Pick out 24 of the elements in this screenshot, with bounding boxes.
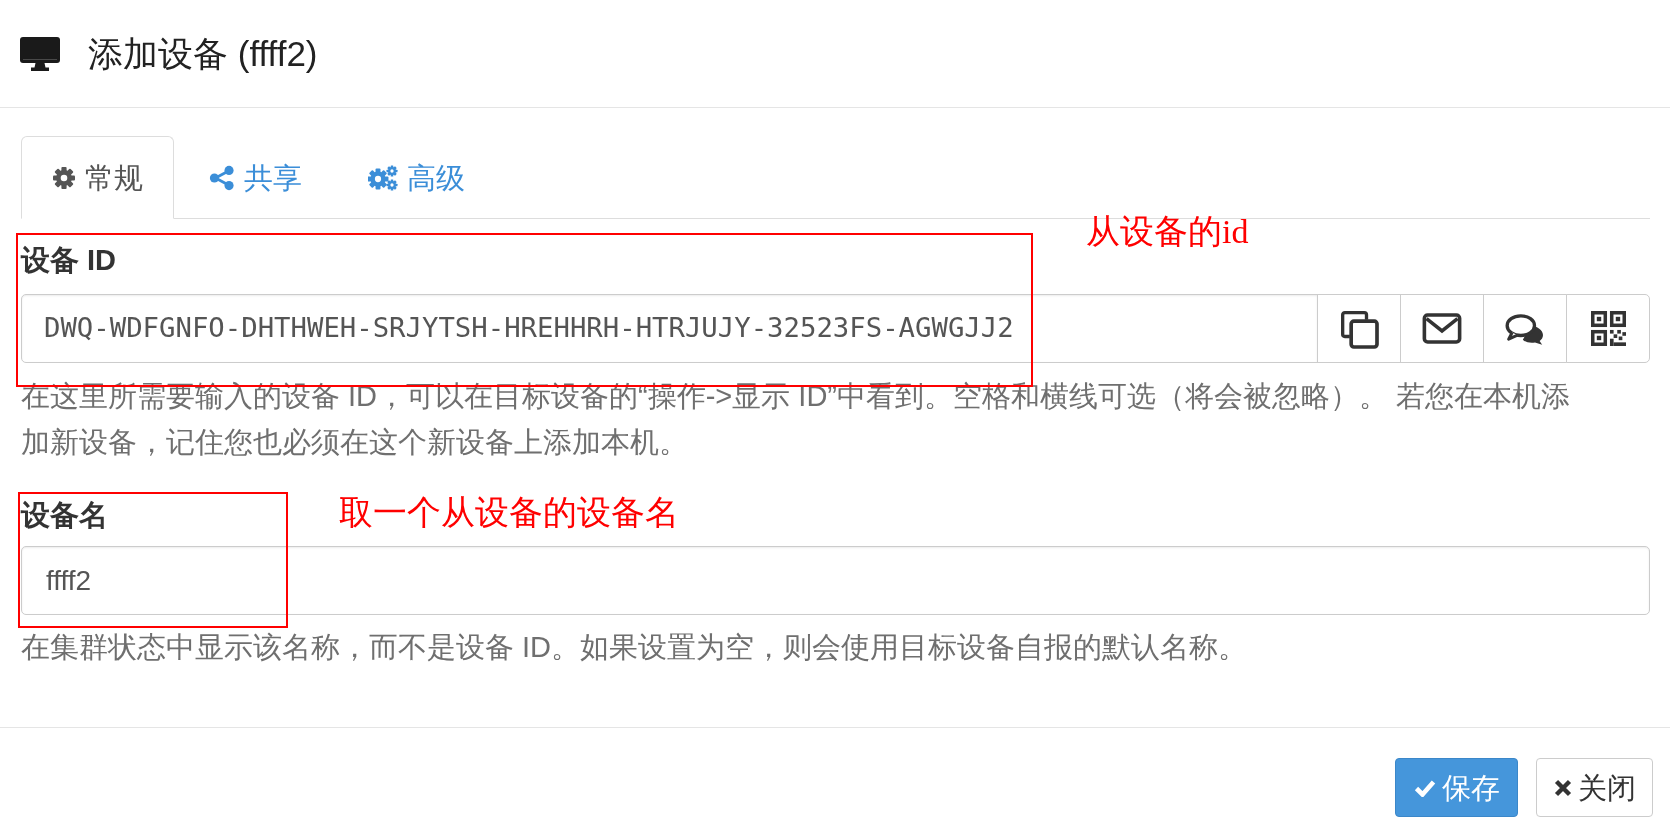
close-button[interactable]: 关闭 <box>1536 758 1653 817</box>
tab[interactable]: 常规 <box>21 136 174 219</box>
monitor-icon <box>20 36 60 71</box>
close-icon <box>1553 778 1572 797</box>
share-icon <box>209 164 235 191</box>
device-id-field[interactable]: DWQ-WDFGNFO-DHTHWEH-SRJYTSH-HREHHRH-HTRJUJY-32523FS-AGWGJJ2 <box>21 294 1318 363</box>
email-button[interactable] <box>1400 294 1484 363</box>
annotation-text: 从设备的id <box>1086 212 1249 252</box>
gears-icon <box>368 164 398 191</box>
qr-code-button[interactable] <box>1566 294 1650 363</box>
device-name-field[interactable]: ffff2 <box>21 546 1650 615</box>
check-icon <box>1413 778 1436 797</box>
field-label: 设备 ID <box>21 243 117 278</box>
annotation-text: 取一个从设备的设备名 <box>339 493 679 533</box>
help-text: 在集群状态中显示该名称，而不是设备 ID。如果设置为空，则会使用目标设备自报的默认名称。 <box>21 630 1248 665</box>
dialog-title: 添加设备 (ffff2) <box>88 32 318 75</box>
qr-code-icon <box>1590 311 1626 346</box>
gear-icon <box>52 165 76 190</box>
field-label: 设备名 <box>21 498 108 533</box>
speech-bubbles-icon <box>1505 312 1545 345</box>
copy-button[interactable] <box>1317 294 1401 363</box>
envelope-icon <box>1422 313 1462 344</box>
copy-icon <box>1339 308 1379 349</box>
chat-button[interactable] <box>1483 294 1567 363</box>
